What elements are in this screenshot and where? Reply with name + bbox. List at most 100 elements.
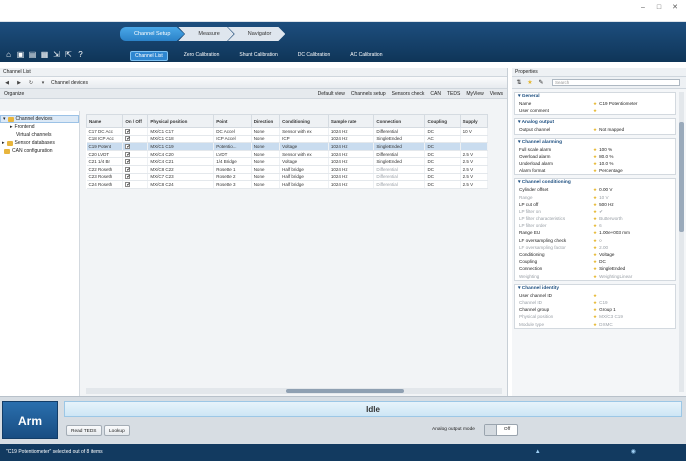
column-header[interactable]: Conditioning (279, 114, 329, 128)
property-value[interactable]: ★ C19 Potentiometer (593, 100, 675, 107)
enable-checkbox[interactable]: ✔ (125, 151, 131, 157)
view-default[interactable]: Default view (318, 91, 345, 97)
table-row[interactable]: C20 LVDT ✔ MX/C4 C20 LVDT None Sensor with ex… (86, 150, 489, 159)
property-section-header[interactable]: ▾ Channel alarming (515, 139, 675, 146)
tree-node-can-configuration[interactable]: CAN configuration (0, 147, 79, 155)
property-row[interactable]: Physical position ★ MX/C3 C19 (515, 313, 675, 320)
property-row[interactable]: Module type ★ DXMC (515, 321, 675, 328)
column-header[interactable]: Coupling (424, 114, 461, 128)
enable-checkbox[interactable]: ✔ (125, 128, 131, 134)
property-row[interactable]: Conditioning ★ Voltage (515, 251, 675, 258)
enable-checkbox[interactable]: ✔ (125, 136, 131, 142)
property-value[interactable]: ★ Voltage (593, 251, 675, 258)
back-icon[interactable]: ◀ (3, 79, 11, 87)
property-value[interactable]: ★ 10.0 % (593, 160, 675, 167)
arm-button[interactable]: Arm (2, 401, 58, 439)
property-row[interactable]: Overload alarm ★ 80.0 % (515, 153, 675, 160)
table-row[interactable]: C19 Potent ✔ MX/C1 C19 Potentio... None Volta… (86, 142, 489, 151)
property-row[interactable]: LP filter on ★ ✔ (515, 208, 675, 215)
column-header[interactable]: Physical position (147, 114, 215, 128)
property-row[interactable]: Range EU ★ 1.00e+003 mm (515, 229, 675, 236)
property-value[interactable]: ★ 1.00e+003 mm (593, 229, 675, 236)
lookup-button[interactable]: Lookup (104, 425, 130, 436)
tree-node-frontend[interactable]: ▸ Frontend (0, 123, 79, 131)
subtab-ac-calibration[interactable]: AC Calibration (346, 51, 386, 61)
table-cell[interactable]: ✔ (122, 157, 149, 166)
table-row[interactable]: C22 Roseth ✔ MX/C8 C22 Rosette 1 None Half br… (86, 165, 489, 174)
favorite-star-icon[interactable]: ★ (593, 238, 597, 243)
property-row[interactable]: LP cut off ★ 500 Hz (515, 201, 675, 208)
property-row[interactable]: Channel ID ★ C19 (515, 299, 675, 306)
property-value[interactable]: ★ 500 Hz (593, 201, 675, 208)
property-value[interactable]: ★ 100 % (593, 146, 675, 153)
property-row[interactable]: Output channel ★ Not mapped (515, 126, 675, 133)
favorite-star-icon[interactable]: ★ (526, 79, 534, 87)
property-value[interactable]: ★ SingleEnded (593, 265, 675, 272)
table-cell[interactable]: ✔ (122, 180, 149, 189)
vertical-scrollbar[interactable] (679, 92, 684, 392)
tree-node-virtual-channels[interactable]: Virtual channels (0, 131, 79, 139)
tab-channel-setup[interactable]: Channel Setup (120, 27, 185, 41)
refresh-icon[interactable]: ↻ (27, 79, 35, 87)
favorite-star-icon[interactable]: ★ (593, 230, 597, 235)
home-icon[interactable]: ⌂ (4, 50, 13, 60)
property-section-header[interactable]: ▾ General (515, 93, 675, 100)
subtab-shunt-calibration[interactable]: Shunt Calibration (235, 51, 281, 61)
subtab-zero-calibration[interactable]: Zero Calibration (180, 51, 224, 61)
property-value[interactable]: ★ DC (593, 258, 675, 265)
property-row[interactable]: Range ★ 10 V (515, 194, 675, 201)
property-value[interactable]: ★ 80.0 % (593, 153, 675, 160)
favorite-star-icon[interactable]: ★ (593, 202, 597, 207)
scrollbar-thumb[interactable] (286, 389, 404, 393)
favorite-star-icon[interactable]: ★ (593, 259, 597, 264)
save-as-icon[interactable]: ▤ (28, 50, 37, 60)
table-cell[interactable]: ✔ (122, 173, 149, 182)
property-value[interactable]: ★ Not mapped (593, 126, 675, 133)
favorite-star-icon[interactable]: ★ (593, 266, 597, 271)
property-section-header[interactable]: ▾ Analog output (515, 119, 675, 126)
breadcrumb[interactable]: Channel devices (51, 80, 88, 86)
table-cell[interactable]: ✔ (122, 127, 149, 136)
favorite-star-icon[interactable]: ★ (593, 209, 597, 214)
read-teds-button[interactable]: Read TEDS (66, 425, 102, 436)
tree-node-channel-devices[interactable]: ▾ Channel devices (0, 115, 79, 123)
favorite-star-icon[interactable]: ★ (593, 108, 597, 113)
view-can[interactable]: CAN (430, 91, 441, 97)
table-cell[interactable]: ✔ (122, 135, 149, 144)
favorite-star-icon[interactable]: ★ (593, 307, 597, 312)
view-myview[interactable]: MyView (466, 91, 483, 97)
favorite-star-icon[interactable]: ★ (593, 274, 597, 279)
property-row[interactable]: Cylinder offset ★ 0.00 V (515, 186, 675, 193)
view-channels-setup[interactable]: Channels setup (351, 91, 386, 97)
analog-output-toggle[interactable]: Off (484, 424, 518, 436)
expand-icon[interactable]: ▸ (2, 139, 5, 147)
sort-icon[interactable]: ⇅ (515, 79, 523, 87)
favorite-star-icon[interactable]: ★ (593, 187, 597, 192)
scrollbar-thumb[interactable] (679, 122, 684, 232)
export-icon[interactable]: ⇲ (52, 50, 61, 60)
table-row[interactable]: C24 Roseth ✔ MX/C8 C24 Rosette 3 None Half br… (86, 180, 489, 189)
forward-icon[interactable]: ▶ (15, 79, 23, 87)
favorite-star-icon[interactable]: ★ (593, 101, 597, 106)
property-value[interactable]: ★ C19 (593, 299, 675, 306)
organize-menu[interactable]: Organize (4, 91, 24, 97)
properties-search-input[interactable]: Search (552, 79, 680, 86)
property-value[interactable]: ★ 6 (593, 222, 675, 229)
horizontal-scrollbar[interactable] (86, 388, 502, 394)
favorite-star-icon[interactable]: ★ (593, 127, 597, 132)
expand-icon[interactable]: ▾ (3, 115, 6, 123)
property-value[interactable]: ★ Percentage (593, 167, 675, 174)
favorite-star-icon[interactable]: ★ (593, 216, 597, 221)
property-value[interactable]: ★ ○ (593, 237, 675, 244)
subtab-channel-list[interactable]: Channel List (130, 51, 168, 61)
favorite-star-icon[interactable]: ★ (593, 223, 597, 228)
tab-measure[interactable]: Measure (178, 27, 234, 41)
chevron-down-icon[interactable]: ▾ (39, 79, 47, 87)
view-teds[interactable]: TEDS (447, 91, 460, 97)
property-value[interactable]: ★ WeightingLinear (593, 273, 675, 280)
minimize-icon[interactable]: – (638, 4, 648, 12)
favorite-star-icon[interactable]: ★ (593, 300, 597, 305)
enable-checkbox[interactable]: ✔ (125, 166, 131, 172)
enable-checkbox[interactable]: ✔ (125, 181, 131, 187)
property-value[interactable]: ★ (593, 292, 675, 299)
